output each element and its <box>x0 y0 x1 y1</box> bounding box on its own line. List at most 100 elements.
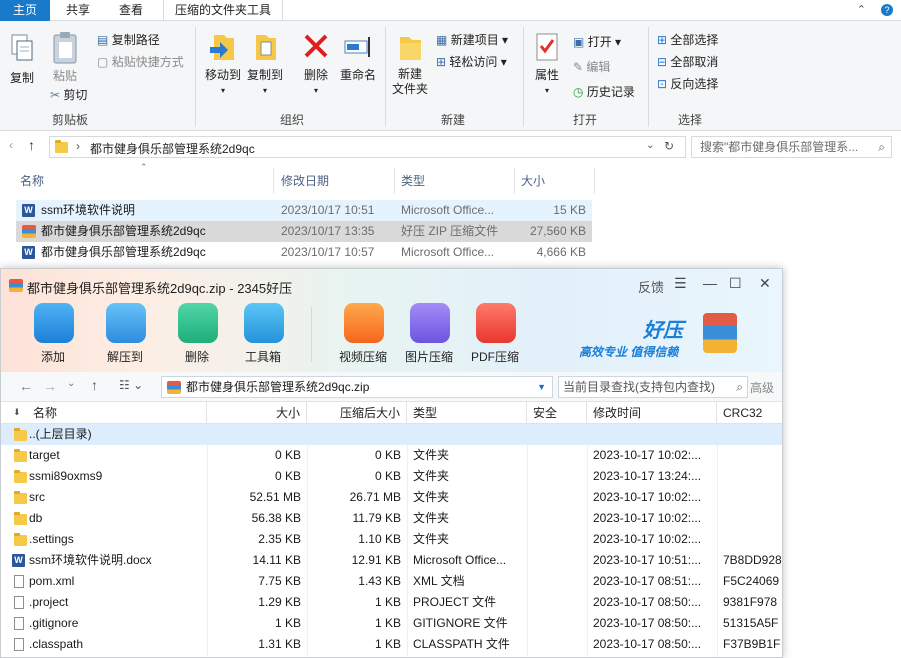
folder-icon <box>14 449 27 462</box>
invert-selection-button[interactable]: ⊡ 反向选择 <box>657 75 718 92</box>
zip-path-bar[interactable]: 都市健身俱乐部管理系统2d9qc.zip ▼ <box>161 376 553 398</box>
zip-row[interactable]: target 0 KB 0 KB 文件夹 2023-10-17 10:02:... <box>1 445 782 466</box>
help-icon[interactable]: ? <box>881 4 893 16</box>
zip-column-crc32[interactable]: CRC32 <box>717 402 782 424</box>
zip-row[interactable]: .settings 2.35 KB 1.10 KB 文件夹 2023-10-17 10:… <box>1 529 782 550</box>
cut-button[interactable]: ✂ 剪切 <box>50 86 87 103</box>
zip-entry-modified: 2023-10-17 13:24:... <box>593 469 702 483</box>
search-input[interactable]: 搜索"都市健身俱乐部管理系... ⌕ <box>691 136 892 158</box>
tab-compressed-folder-tools[interactable]: 压缩的文件夹工具 <box>163 0 283 21</box>
minimize-icon[interactable]: — <box>703 275 717 291</box>
tab-home[interactable]: 主页 <box>0 0 50 21</box>
zip-column-name[interactable]: 名称 <box>25 402 207 424</box>
zip-entry-type: Microsoft Office... <box>413 553 507 567</box>
menu-icon[interactable]: ☰ <box>674 275 687 292</box>
tab-share[interactable]: 共享 <box>54 0 102 21</box>
edit-icon: ✎ <box>573 60 584 74</box>
view-mode-icon[interactable]: ☷ ⌄ <box>119 378 143 392</box>
parent-directory-row[interactable]: ..(上层目录) <box>1 424 782 445</box>
file-date: 2023/10/17 13:35 <box>281 224 375 238</box>
zip-entry-type: GITIGNORE 文件 <box>413 616 508 630</box>
scissors-icon: ✂ <box>50 88 61 102</box>
file-row[interactable]: 都市健身俱乐部管理系统2d9qc 2023/10/17 13:35 好压 ZIP… <box>16 221 592 242</box>
zip-row[interactable]: .gitignore 1 KB 1 KB GITIGNORE 文件 2023-10-17… <box>1 613 782 634</box>
paste-shortcut-button[interactable]: ▢ 粘贴快捷方式 <box>97 53 184 70</box>
zip-entry-packed-size: 1 KB <box>374 637 401 651</box>
zip-entry-size: 56.38 KB <box>251 511 301 525</box>
zip-entry-packed-size: 1 KB <box>374 595 401 609</box>
history-dropdown-icon[interactable]: ⌄ <box>67 378 75 389</box>
file-icon <box>14 617 24 630</box>
file-name: 都市健身俱乐部管理系统2d9qc <box>41 245 206 259</box>
delete-button[interactable]: 删除 ▾ <box>296 31 336 98</box>
select-all-button[interactable]: ⊞ 全部选择 <box>657 31 718 48</box>
select-none-button[interactable]: ⊟ 全部取消 <box>657 53 718 70</box>
zip-row[interactable]: pom.xml 7.75 KB 1.43 KB XML 文档 2023-10-17 08… <box>1 571 782 592</box>
zip-column-packed[interactable]: 压缩后大小 <box>307 402 407 424</box>
copy-icon <box>11 34 33 61</box>
copy-path-button[interactable]: ▤ 复制路径 <box>97 31 160 48</box>
properties-button[interactable]: 属性 ▾ <box>527 31 567 98</box>
zip-column-type[interactable]: 类型 <box>407 402 527 424</box>
zip-column-modified[interactable]: 修改时间 <box>587 402 717 424</box>
copy-to-button[interactable]: 复制到 ▾ <box>245 31 285 98</box>
copy-button[interactable]: 复制 <box>4 33 40 86</box>
zip-entry-packed-size: 26.71 MB <box>349 490 401 504</box>
zip-row[interactable]: .classpath 1.31 KB 1 KB CLASSPATH 文件 2023-10… <box>1 634 782 655</box>
file-row[interactable]: W 都市健身俱乐部管理系统2d9qc 2023/10/17 10:57 Micr… <box>16 242 592 263</box>
image-icon <box>410 303 450 343</box>
zip-row[interactable]: Wssm环境软件说明.docx 14.11 KB 12.91 KB Microsoft… <box>1 550 782 571</box>
tab-view[interactable]: 查看 <box>107 0 155 21</box>
move-to-button[interactable]: 移动到 ▾ <box>203 31 243 98</box>
zip-row[interactable]: src 52.51 MB 26.71 MB 文件夹 2023-10-17 10:02:.… <box>1 487 782 508</box>
forward-arrow-icon[interactable]: → <box>43 378 57 394</box>
column-size[interactable]: 大小 <box>515 168 595 194</box>
breadcrumb-chevron-icon: › <box>76 139 80 153</box>
zip-entry-modified: 2023-10-17 08:50:... <box>593 595 702 609</box>
zip-column-security[interactable]: 安全 <box>527 402 587 424</box>
new-item-button[interactable]: ▦ 新建项目 ▾ <box>436 31 508 48</box>
up-arrow-icon[interactable]: ↑ <box>28 137 35 153</box>
chevron-up-icon[interactable]: ⌃ <box>857 4 866 16</box>
zip-entry-name: .settings <box>29 532 74 546</box>
easy-access-button[interactable]: ⊞ 轻松访问 ▾ <box>436 53 507 70</box>
advanced-search-link[interactable]: 高级 <box>750 379 774 396</box>
close-icon[interactable]: ✕ <box>759 275 771 292</box>
address-dropdown-icon[interactable]: ⌄ <box>646 140 654 151</box>
zip-entry-size: 1.31 KB <box>258 637 301 651</box>
refresh-icon[interactable]: ↻ <box>664 139 674 153</box>
zip-column-size[interactable]: 大小 <box>207 402 307 424</box>
column-type[interactable]: 类型 <box>395 168 515 194</box>
rename-button[interactable]: 重命名 <box>337 31 379 83</box>
search-icon: ⌕ <box>878 140 885 154</box>
zip-entry-size: 52.51 MB <box>249 490 301 504</box>
maximize-icon[interactable]: ☐ <box>729 275 742 292</box>
invert-selection-icon: ⊡ <box>657 77 668 91</box>
back-arrow-icon[interactable]: ← <box>19 378 33 394</box>
column-date[interactable]: 修改日期 <box>275 168 395 194</box>
file-row[interactable]: W ssm环境软件说明 2023/10/17 10:51 Microsoft O… <box>16 200 592 221</box>
feedback-link[interactable]: 反馈 <box>638 277 664 296</box>
history-button[interactable]: ◷ 历史记录 <box>573 83 635 100</box>
path-dropdown-icon[interactable]: ▼ <box>537 377 546 397</box>
paste-shortcut-icon: ▢ <box>97 55 109 69</box>
zip-entry-size: 0 KB <box>274 448 301 462</box>
group-divider <box>523 27 524 127</box>
zip-entry-name: .classpath <box>29 637 84 651</box>
group-divider <box>385 27 386 127</box>
open-button[interactable]: ▣ 打开 ▾ <box>573 33 621 50</box>
new-folder-button[interactable]: 新建 文件夹 <box>388 31 432 97</box>
back-arrow-icon[interactable]: ‹ <box>9 138 13 152</box>
address-bar[interactable]: › 都市健身俱乐部管理系统2d9qc ⌄ ↻ <box>49 136 686 158</box>
zip-row[interactable]: db 56.38 KB 11.79 KB 文件夹 2023-10-17 10:02:..… <box>1 508 782 529</box>
zip-row[interactable]: ssmi89oxms9 0 KB 0 KB 文件夹 2023-10-17 13:24:.… <box>1 466 782 487</box>
zip-search-input[interactable]: 当前目录查找(支持包内查找) ⌕ <box>558 376 748 398</box>
zip-entry-packed-size: 0 KB <box>374 448 401 462</box>
edit-button[interactable]: ✎ 编辑 <box>573 58 610 75</box>
paste-button[interactable]: 粘贴 <box>47 31 83 84</box>
column-name[interactable]: 名称 <box>14 168 274 194</box>
zip-entry-type: CLASSPATH 文件 <box>413 637 510 651</box>
up-arrow-icon[interactable]: ↑ <box>91 377 98 393</box>
zip-row[interactable]: .project 1.29 KB 1 KB PROJECT 文件 2023-10-17 … <box>1 592 782 613</box>
zip-entry-crc: 7B8DD928 <box>723 553 782 567</box>
